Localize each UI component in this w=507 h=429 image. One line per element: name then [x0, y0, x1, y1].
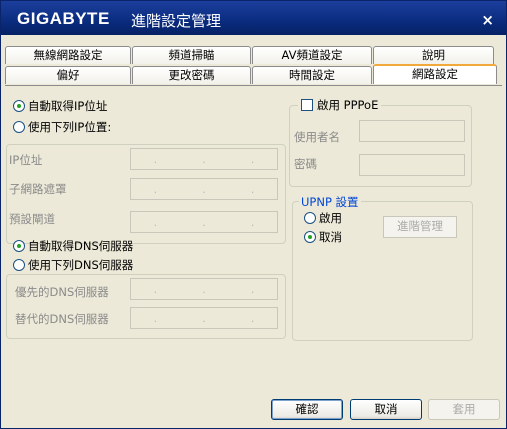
apply-button[interactable]: 套用: [428, 399, 500, 420]
subnet-mask-field[interactable]: ...: [130, 178, 278, 200]
auto-ip-radio[interactable]: 自動取得IP位址: [13, 98, 107, 114]
radio-selected-icon: [13, 240, 25, 252]
manual-dns-radio[interactable]: 使用下列DNS伺服器: [13, 257, 133, 273]
preferred-dns-label: 優先的DNS伺服器: [15, 285, 109, 299]
tab-help[interactable]: 說明: [373, 46, 494, 64]
ip-address-field[interactable]: ...: [130, 148, 278, 170]
username-field[interactable]: [359, 120, 465, 142]
radio-empty-icon: [13, 259, 25, 271]
manual-ip-radio[interactable]: 使用下列IP位置:: [13, 119, 111, 135]
tab-panel-line: [5, 85, 502, 86]
tab-wireless-settings[interactable]: 無線網路設定: [5, 46, 131, 64]
title-bar: GIGABYTE 進階設定管理 ×: [1, 1, 506, 35]
ip-address-label: IP位址: [9, 153, 43, 167]
advanced-management-button[interactable]: 進階管理: [383, 216, 457, 238]
alternate-dns-label: 替代的DNS伺服器: [15, 312, 109, 326]
checkbox-icon: [301, 99, 313, 111]
password-label: 密碼: [294, 157, 317, 171]
auto-dns-radio[interactable]: 自動取得DNS伺服器: [13, 238, 133, 254]
window-title: 進階設定管理: [131, 12, 222, 30]
tab-av-channel[interactable]: AV頻道設定: [252, 46, 372, 64]
gateway-field[interactable]: ...: [130, 211, 278, 233]
ok-button[interactable]: 確認: [271, 399, 343, 420]
radio-selected-icon: [13, 100, 25, 112]
tab-time-settings[interactable]: 時間設定: [252, 66, 372, 84]
subnet-mask-label: 子網路遮罩: [9, 182, 67, 196]
password-field[interactable]: [359, 154, 465, 176]
tab-network-settings[interactable]: 網路設定: [373, 64, 497, 84]
radio-selected-icon: [304, 231, 316, 243]
pppoe-checkbox[interactable]: 啟用 PPPoE: [298, 97, 382, 113]
gigabyte-logo: GIGABYTE: [17, 9, 110, 28]
gateway-label: 預設閘道: [9, 212, 55, 226]
radio-empty-icon: [304, 212, 316, 224]
tab-channel-scan[interactable]: 頻道掃瞄: [132, 46, 251, 64]
upnp-enable-radio[interactable]: 啟用: [304, 210, 342, 226]
radio-empty-icon: [13, 121, 25, 133]
dialog-window: GIGABYTE 進階設定管理 × 無線網路設定 頻道掃瞄 AV頻道設定 說明 …: [0, 0, 507, 429]
upnp-disable-radio[interactable]: 取消: [304, 229, 342, 245]
cancel-button[interactable]: 取消: [350, 399, 422, 420]
preferred-dns-field[interactable]: ...: [130, 278, 278, 300]
upnp-legend: UPNP 設置: [299, 194, 361, 210]
close-icon[interactable]: ×: [481, 11, 494, 29]
tab-preferences[interactable]: 偏好: [5, 66, 131, 84]
tab-change-password[interactable]: 更改密碼: [132, 66, 251, 84]
username-label: 使用者名: [294, 130, 340, 144]
alternate-dns-field[interactable]: ...: [130, 307, 278, 329]
